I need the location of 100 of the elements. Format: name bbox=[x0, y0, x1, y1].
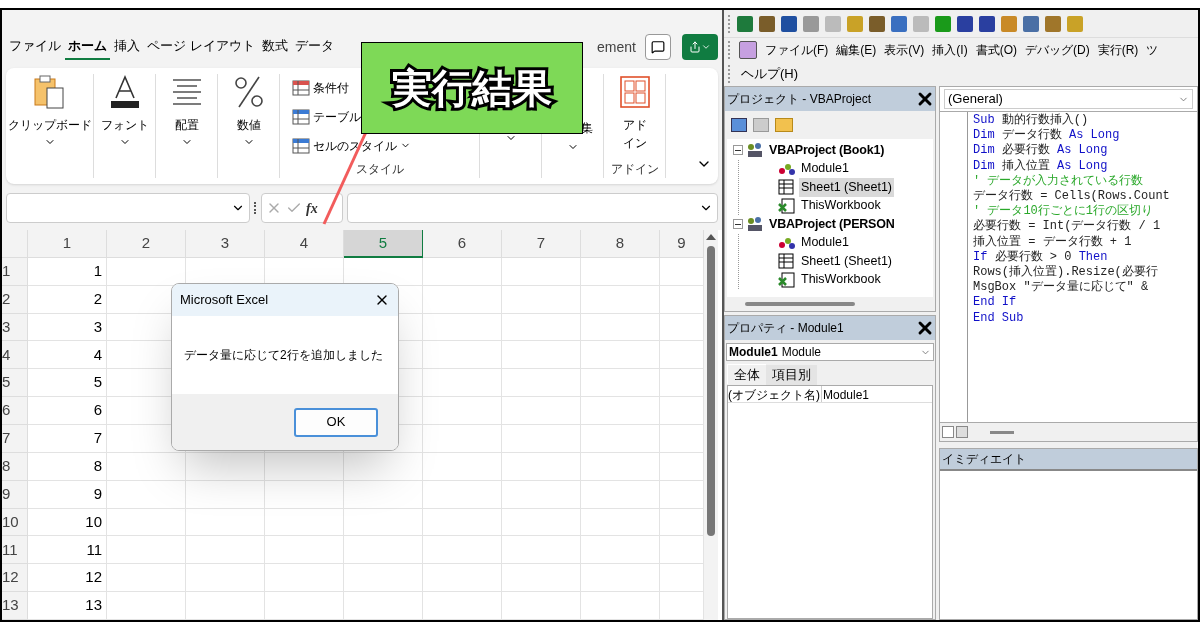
ribbon-tab[interactable]: 挿入 bbox=[111, 34, 143, 60]
formula-field[interactable] bbox=[347, 193, 718, 223]
folder-icon[interactable] bbox=[775, 118, 793, 132]
tree-item[interactable]: VBAProject (Book1) bbox=[767, 140, 887, 160]
sheet-icon bbox=[778, 253, 796, 270]
insert-function-button[interactable]: fx bbox=[306, 197, 318, 219]
horizontal-scrollbar[interactable] bbox=[990, 430, 1014, 434]
more-icon bbox=[254, 202, 257, 214]
toolbar-icon[interactable] bbox=[957, 15, 973, 32]
code-line: Sub 動的行数挿入() bbox=[973, 113, 1089, 128]
conditional-format-icon bbox=[292, 80, 310, 97]
module-view-icon[interactable] bbox=[956, 426, 968, 438]
toolbar-icon[interactable] bbox=[979, 15, 995, 32]
procedure-view-icon[interactable] bbox=[942, 426, 954, 438]
share-icon bbox=[689, 41, 701, 53]
ribbon-button[interactable]: 数値 bbox=[236, 116, 261, 134]
callout-label: 実行結果 bbox=[361, 42, 583, 134]
ribbon-button[interactable]: テーブル bbox=[292, 102, 361, 132]
menu-item[interactable]: ツ bbox=[1146, 41, 1159, 59]
properties-tab[interactable]: 項目別 bbox=[766, 365, 817, 385]
code-line: 挿入位置 = データ行数 + 1 bbox=[973, 234, 1132, 250]
row-header[interactable]: 1 bbox=[2, 257, 28, 286]
tree-item[interactable]: Module1 bbox=[799, 159, 851, 179]
row-header[interactable]: 4 bbox=[2, 341, 28, 370]
horizontal-scrollbar[interactable] bbox=[745, 302, 855, 306]
vbe-icon bbox=[739, 41, 757, 59]
properties-tab[interactable]: 全体 bbox=[727, 364, 766, 384]
menu-item[interactable]: 挿入(I) bbox=[932, 41, 968, 59]
vertical-scrollbar[interactable] bbox=[704, 230, 718, 620]
table-cell: 12 bbox=[28, 564, 107, 593]
ribbon-tab[interactable]: 数式 bbox=[258, 34, 291, 60]
menu-item[interactable]: 書式(O) bbox=[975, 41, 1017, 59]
toolbar-icon[interactable] bbox=[891, 15, 907, 32]
ribbon-tab[interactable]: ファイル bbox=[6, 34, 64, 60]
row-header[interactable]: 2 bbox=[2, 285, 28, 314]
ribbon-tab[interactable]: ホーム bbox=[65, 34, 110, 60]
code-line: Dim 挿入位置 As Long bbox=[973, 158, 1108, 174]
toolbar-icon[interactable] bbox=[781, 15, 797, 32]
ok-button[interactable]: OK bbox=[294, 407, 378, 437]
toolbar-icon[interactable] bbox=[869, 15, 885, 32]
row-header[interactable]: 7 bbox=[2, 425, 28, 453]
menu-item[interactable]: 表示(V) bbox=[884, 41, 925, 59]
tree-item[interactable]: Sheet1 (Sheet1) bbox=[799, 251, 895, 271]
row-header[interactable]: 11 bbox=[2, 536, 28, 565]
toolbar-icon[interactable] bbox=[1023, 15, 1039, 32]
ribbon-button[interactable]: アドイン bbox=[621, 116, 648, 152]
table-style-icon bbox=[292, 137, 310, 154]
view-object-icon[interactable] bbox=[753, 118, 769, 132]
column-header[interactable]: 2 bbox=[107, 230, 186, 258]
group-label: アドイン bbox=[610, 161, 659, 178]
tree-item[interactable]: ThisWorkbook bbox=[799, 270, 883, 290]
menu-item[interactable]: ファイル(F) bbox=[765, 41, 829, 59]
dropdown-value: (General) bbox=[948, 90, 1003, 109]
ribbon-tab[interactable]: データ bbox=[291, 34, 337, 60]
object-dropdown[interactable]: (General) bbox=[944, 89, 1193, 109]
ribbon-tab[interactable]: ページ レイアウト bbox=[144, 34, 258, 60]
menu-item[interactable]: デバッグ(D) bbox=[1025, 41, 1090, 59]
ribbon-button[interactable]: クリップボード bbox=[7, 116, 92, 134]
row-header[interactable]: 12 bbox=[2, 564, 28, 593]
column-header[interactable]: 1 bbox=[28, 230, 107, 258]
menu-item[interactable]: 編集(E) bbox=[836, 41, 877, 59]
column-header[interactable]: 7 bbox=[502, 230, 581, 258]
column-header[interactable]: 3 bbox=[186, 230, 265, 258]
group-label: スタイル bbox=[355, 161, 404, 178]
table-style-icon bbox=[292, 109, 310, 125]
view-code-icon[interactable] bbox=[731, 118, 747, 132]
table-cell: 9 bbox=[28, 480, 107, 509]
tree-item[interactable]: VBAProject (PERSON bbox=[767, 214, 897, 234]
tree-item[interactable]: Sheet1 (Sheet1) bbox=[799, 177, 895, 197]
menu-item[interactable]: 実行(R) bbox=[1097, 41, 1139, 59]
row-header[interactable]: 9 bbox=[2, 480, 28, 509]
code-line: 必要行数 = Int(データ行数 / 1 bbox=[973, 219, 1161, 235]
table-cell: 4 bbox=[28, 341, 107, 370]
ribbon-button[interactable]: フォント bbox=[100, 116, 149, 134]
row-header[interactable]: 5 bbox=[2, 369, 28, 398]
row-header[interactable]: 6 bbox=[2, 397, 28, 425]
toolbar-icon[interactable] bbox=[1045, 15, 1061, 32]
pane-title: イミディエイト bbox=[942, 451, 1026, 468]
column-header[interactable]: 6 bbox=[423, 230, 502, 258]
toolbar-icon[interactable] bbox=[737, 15, 753, 32]
row-header[interactable]: 10 bbox=[2, 508, 28, 537]
row-header[interactable]: 13 bbox=[2, 592, 28, 620]
row-header[interactable]: 8 bbox=[2, 452, 28, 481]
comments-button[interactable] bbox=[645, 34, 671, 60]
object-dropdown[interactable]: Module1 Module bbox=[726, 343, 934, 361]
toolbar-icon[interactable] bbox=[759, 15, 775, 32]
ribbon-button[interactable]: 配置 bbox=[174, 116, 199, 134]
column-header[interactable]: 5 bbox=[344, 230, 423, 258]
column-header[interactable]: 8 bbox=[581, 230, 660, 258]
ribbon-tab[interactable]: ement bbox=[597, 36, 636, 58]
tree-item[interactable]: ThisWorkbook bbox=[799, 196, 883, 216]
property-value[interactable]: Module1 bbox=[822, 386, 870, 402]
menu-item[interactable]: ヘルプ(H) bbox=[741, 64, 799, 84]
code-line: ' データ10行ごとに1行の区切り bbox=[973, 204, 1153, 219]
share-button[interactable] bbox=[682, 34, 718, 60]
collapse-icon[interactable] bbox=[733, 219, 743, 230]
row-header[interactable]: 3 bbox=[2, 313, 28, 342]
ribbon-button[interactable]: 条件付 bbox=[292, 74, 349, 103]
collapse-icon[interactable] bbox=[733, 145, 743, 156]
tree-item[interactable]: Module1 bbox=[799, 233, 851, 253]
